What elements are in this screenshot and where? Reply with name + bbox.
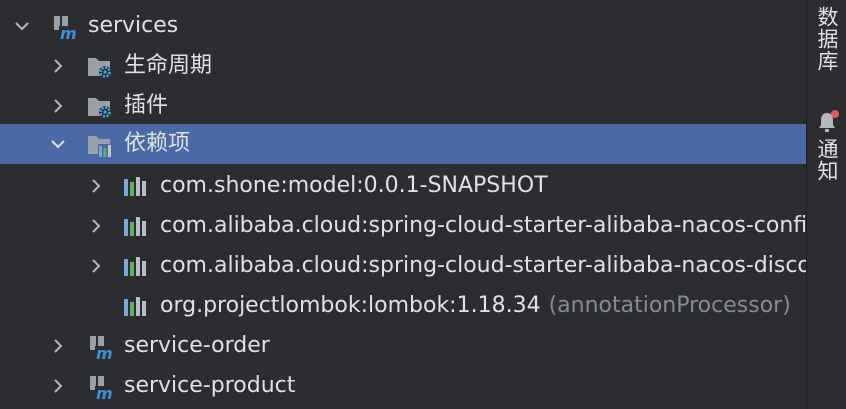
- chevron-right-icon[interactable]: [48, 376, 68, 396]
- tree-node-plugins[interactable]: 插件: [0, 86, 806, 126]
- dependency-node[interactable]: com.alibaba.cloud:spring-cloud-starter-a…: [0, 206, 806, 246]
- dependency-scope: (annotationProcessor): [548, 293, 791, 318]
- tree-node-label: 生命周期: [124, 53, 213, 78]
- dependency-node[interactable]: org.projectlombok:lombok:1.18.34 (annotat…: [0, 286, 806, 326]
- svg-text:m: m: [60, 24, 77, 40]
- tree-node-label: 插件: [124, 93, 169, 118]
- right-tool-window-bar: 数据库 通知: [806, 0, 846, 409]
- config-folder-icon: [86, 94, 112, 120]
- tree-node-service-order[interactable]: m service-order: [0, 326, 806, 366]
- chevron-right-icon[interactable]: [48, 336, 68, 356]
- dependency-label: com.shone:model:0.0.1-SNAPSHOT: [160, 173, 548, 198]
- dependency-label: org.projectlombok:lombok:1.18.34 (annotat…: [160, 292, 791, 320]
- dependency-label: com.alibaba.cloud:spring-cloud-starter-a…: [160, 213, 806, 238]
- database-tool-tab[interactable]: 数据库: [807, 0, 846, 78]
- tree-node-dependencies[interactable]: 依赖项: [0, 124, 806, 164]
- chevron-right-icon[interactable]: [48, 96, 68, 116]
- library-icon: [122, 214, 148, 240]
- svg-text:m: m: [96, 384, 113, 400]
- bell-icon: [815, 110, 839, 134]
- chevron-right-icon[interactable]: [48, 56, 68, 76]
- dependency-coordinates: org.projectlombok:lombok:1.18.34: [160, 293, 541, 318]
- notifications-tool-tab[interactable]: 通知: [807, 108, 846, 198]
- svg-text:m: m: [96, 344, 113, 360]
- dependency-node[interactable]: com.shone:model:0.0.1-SNAPSHOT: [0, 166, 806, 206]
- tree-node-services[interactable]: m services: [0, 6, 806, 46]
- chevron-right-icon[interactable]: [86, 176, 106, 196]
- maven-project-tree: m services 生命周期 插件 依赖项 com.shone:model:0…: [0, 0, 806, 409]
- tree-node-lifecycle[interactable]: 生命周期: [0, 46, 806, 86]
- notifications-tab-label: 通知: [815, 138, 839, 182]
- maven-module-icon: m: [88, 374, 114, 400]
- tree-node-label: 依赖项: [124, 131, 191, 156]
- chevron-down-icon[interactable]: [12, 16, 32, 36]
- chevron-right-icon[interactable]: [86, 256, 106, 276]
- chevron-down-icon[interactable]: [48, 134, 68, 154]
- library-icon: [122, 294, 148, 320]
- config-folder-icon: [86, 54, 112, 80]
- tree-node-label: services: [88, 13, 179, 38]
- library-icon: [122, 174, 148, 200]
- maven-module-icon: m: [88, 334, 114, 360]
- maven-module-icon: m: [52, 14, 78, 40]
- database-tab-label: 数据库: [815, 6, 839, 72]
- notification-badge: [831, 110, 839, 118]
- dependencies-folder-icon: [86, 132, 112, 158]
- library-icon: [122, 254, 148, 280]
- chevron-right-icon[interactable]: [86, 216, 106, 236]
- dependency-label: com.alibaba.cloud:spring-cloud-starter-a…: [160, 253, 806, 278]
- tree-node-label: service-product: [124, 373, 296, 398]
- dependency-node[interactable]: com.alibaba.cloud:spring-cloud-starter-a…: [0, 246, 806, 286]
- tree-node-label: service-order: [124, 333, 270, 358]
- tree-node-service-product[interactable]: m service-product: [0, 366, 806, 406]
